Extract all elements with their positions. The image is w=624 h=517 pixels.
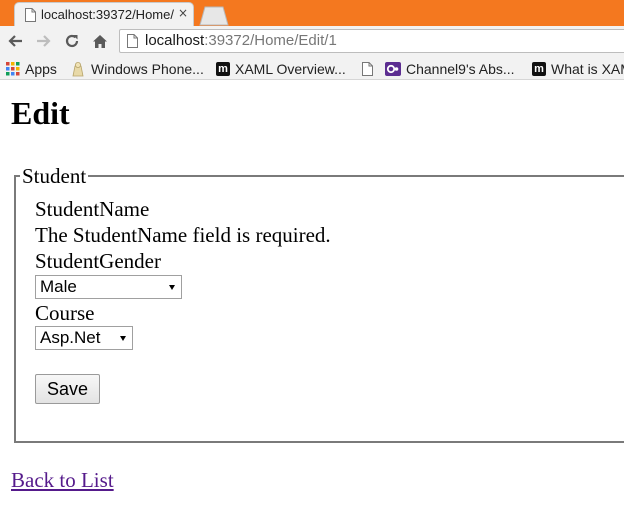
bookmark-page[interactable] bbox=[362, 59, 378, 78]
save-button[interactable]: Save bbox=[35, 374, 100, 404]
bookmark-channel9[interactable]: Channel9's Abs... bbox=[385, 59, 515, 78]
close-tab-icon[interactable]: × bbox=[178, 6, 188, 20]
gender-select[interactable]: Male bbox=[35, 275, 182, 299]
bookmark-xaml-overview[interactable]: m XAML Overview... bbox=[216, 59, 346, 78]
page-title: Edit bbox=[11, 95, 70, 131]
url-text: localhost:39372/Home/Edit/1 bbox=[145, 32, 337, 49]
home-icon bbox=[93, 34, 107, 48]
student-name-label: StudentName bbox=[35, 197, 150, 221]
bookmark-label: Windows Phone... bbox=[91, 60, 204, 77]
browser-toolbar: localhost:39372/Home/Edit/1 bbox=[0, 26, 624, 57]
course-select-value: Asp.Net bbox=[40, 328, 101, 347]
new-tab-button[interactable] bbox=[196, 5, 232, 26]
bookmark-label: XAML Overview... bbox=[235, 60, 346, 77]
validation-message: The StudentName field is required. bbox=[35, 223, 331, 247]
fieldset-legend: Student bbox=[20, 164, 89, 188]
forward-arrow-icon bbox=[37, 35, 51, 47]
bookmark-label: Apps bbox=[25, 60, 57, 77]
page-icon bbox=[362, 61, 373, 76]
m-icon: m bbox=[216, 61, 230, 76]
gender-select-value: Male bbox=[40, 277, 77, 296]
tab-title: localhost:39372/Home/Edit/1 bbox=[41, 7, 175, 22]
reload-button[interactable] bbox=[61, 30, 83, 52]
page-icon bbox=[25, 8, 36, 22]
apps-grid-icon bbox=[6, 61, 20, 76]
back-button[interactable] bbox=[4, 30, 26, 52]
windows-phone-icon bbox=[70, 61, 86, 77]
back-to-list-link[interactable]: Back to List bbox=[11, 468, 114, 493]
chevron-down-icon bbox=[120, 336, 126, 341]
reload-icon bbox=[65, 34, 79, 48]
bookmark-windows-phone[interactable]: Windows Phone... bbox=[70, 59, 204, 78]
back-arrow-icon bbox=[8, 35, 22, 47]
page-info-icon bbox=[127, 34, 138, 48]
m-icon: m bbox=[532, 61, 546, 76]
address-bar[interactable]: localhost:39372/Home/Edit/1 bbox=[119, 29, 624, 53]
browser-tab[interactable]: localhost:39372/Home/Edit/1 × bbox=[14, 2, 194, 26]
bookmark-label: What is XAML bbox=[551, 60, 624, 77]
student-gender-label: StudentGender bbox=[35, 249, 161, 273]
course-select[interactable]: Asp.Net bbox=[35, 326, 133, 350]
bookmark-what-is-xaml[interactable]: m What is XAML bbox=[532, 59, 624, 78]
tab-strip: localhost:39372/Home/Edit/1 × bbox=[0, 0, 624, 26]
bookmark-label: Channel9's Abs... bbox=[406, 60, 515, 77]
chevron-down-icon bbox=[169, 285, 175, 290]
home-button[interactable] bbox=[89, 30, 111, 52]
course-label: Course bbox=[35, 301, 95, 325]
channel9-icon bbox=[385, 61, 401, 76]
forward-button[interactable] bbox=[33, 30, 55, 52]
bookmark-apps[interactable]: Apps bbox=[6, 59, 57, 78]
page-content: Edit Student StudentName The StudentName… bbox=[0, 81, 624, 517]
bookmarks-bar: Apps Windows Phone... m XAML Overview... bbox=[0, 57, 624, 80]
